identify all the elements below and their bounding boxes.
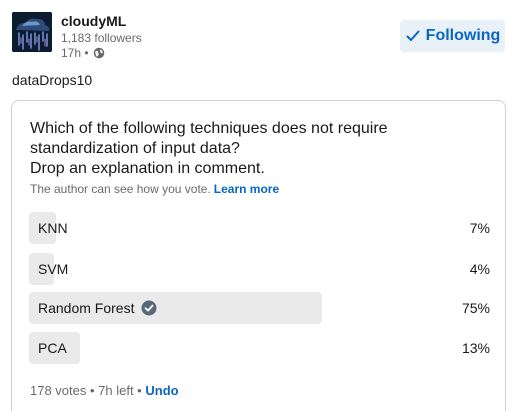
poll-option-percent: 4% bbox=[469, 261, 490, 277]
poll-notice-text: The author can see how you vote. bbox=[30, 182, 211, 196]
poll-option-label: KNN bbox=[38, 220, 68, 236]
poll-option-label: PCA bbox=[38, 340, 67, 356]
poll-footer: 178 votes • 7h left • Undo bbox=[30, 383, 179, 399]
poll-card: Which of the following techniques does n… bbox=[11, 100, 506, 411]
poll-option-random-forest[interactable]: Random Forest 75% bbox=[29, 292, 490, 324]
following-button[interactable]: Following bbox=[400, 20, 505, 52]
check-icon bbox=[406, 30, 420, 41]
following-label: Following bbox=[425, 27, 501, 44]
poll-option-label: SVM bbox=[38, 261, 69, 277]
undo-vote-button[interactable]: Undo bbox=[145, 383, 178, 398]
timestamp-text: 17h • bbox=[61, 46, 89, 60]
post-text: dataDrops10 bbox=[12, 72, 93, 88]
follower-count: 1,183 followers bbox=[61, 31, 142, 45]
learn-more-link[interactable]: Learn more bbox=[214, 182, 279, 196]
poll-option-percent: 7% bbox=[469, 220, 490, 236]
globe-icon bbox=[93, 47, 104, 59]
author-name[interactable]: cloudyML bbox=[61, 12, 126, 30]
poll-option-knn[interactable]: KNN 7% bbox=[29, 212, 490, 244]
author-avatar[interactable] bbox=[12, 12, 52, 52]
poll-option-label: Random Forest bbox=[38, 300, 135, 316]
poll-privacy-notice: The author can see how you vote. Learn mo… bbox=[30, 182, 279, 196]
cloudyml-logo-icon bbox=[12, 12, 52, 52]
poll-option-percent: 75% bbox=[461, 300, 490, 316]
post-timestamp: 17h • bbox=[61, 46, 105, 60]
poll-option-pca[interactable]: PCA 13% bbox=[29, 332, 490, 364]
poll-stats: 178 votes • 7h left • bbox=[30, 383, 142, 398]
poll-option-svm[interactable]: SVM 4% bbox=[29, 253, 490, 285]
poll-question: Which of the following techniques does n… bbox=[30, 120, 388, 177]
selected-check-icon bbox=[141, 300, 157, 316]
poll-option-percent: 13% bbox=[461, 340, 490, 356]
